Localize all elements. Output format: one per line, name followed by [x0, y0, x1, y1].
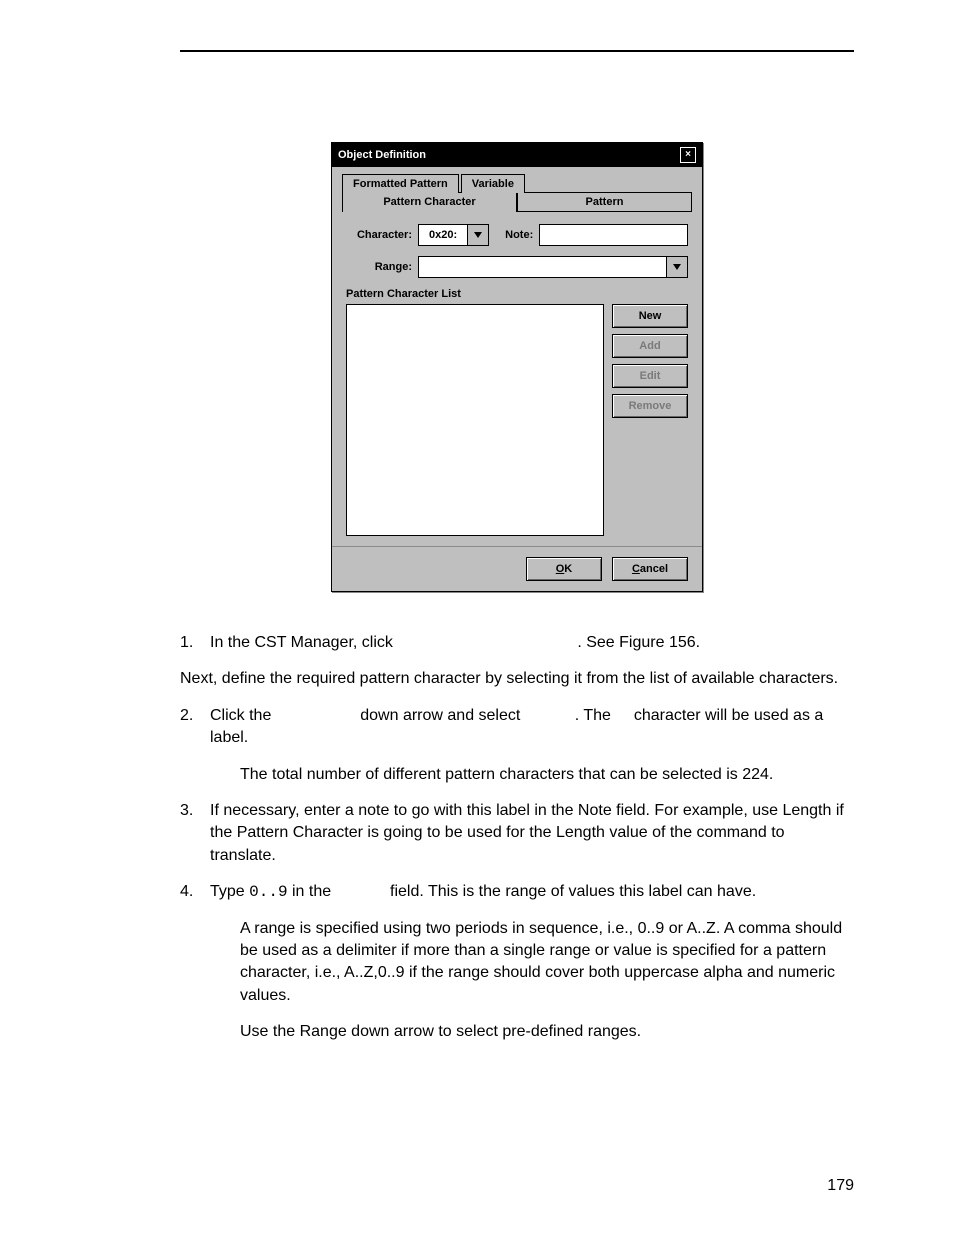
- step-number: 2.: [180, 705, 210, 750]
- note-paragraph: Use the Range down arrow to select pre-d…: [240, 1021, 854, 1043]
- note-paragraph: A range is specified using two periods i…: [240, 918, 854, 1008]
- character-dropdown[interactable]: 0x20:: [418, 224, 489, 246]
- edit-button[interactable]: Edit: [612, 364, 688, 388]
- paragraph: Next, define the required pattern charac…: [180, 668, 854, 690]
- tab-variable[interactable]: Variable: [461, 174, 525, 193]
- new-button[interactable]: New: [612, 304, 688, 328]
- horizontal-rule: [180, 50, 854, 52]
- cancel-button[interactable]: Cancel: [612, 557, 688, 581]
- list-item: 3. If necessary, enter a note to go with…: [180, 800, 854, 867]
- object-definition-dialog: Object Definition × Formatted Pattern Va…: [331, 142, 703, 592]
- list-item: 1. In the CST Manager, click . See Figur…: [180, 632, 854, 654]
- subtab-pattern[interactable]: Pattern: [517, 193, 692, 212]
- secondary-tabs: Pattern Character Pattern: [342, 192, 692, 212]
- subtab-pattern-character[interactable]: Pattern Character: [342, 193, 517, 212]
- character-label: Character:: [346, 229, 412, 241]
- range-field[interactable]: [418, 256, 688, 278]
- primary-tabs: Formatted Pattern Variable: [332, 167, 702, 192]
- list-item: 4. Type 0..9 in the field. This is the r…: [180, 881, 854, 903]
- note-input[interactable]: [539, 224, 688, 246]
- dialog-titlebar: Object Definition ×: [332, 143, 702, 167]
- remove-button[interactable]: Remove: [612, 394, 688, 418]
- pattern-character-list[interactable]: [346, 304, 604, 536]
- pattern-character-list-label: Pattern Character List: [346, 288, 688, 300]
- tab-formatted-pattern[interactable]: Formatted Pattern: [342, 174, 459, 193]
- chevron-down-icon[interactable]: [467, 225, 488, 245]
- page-number: 179: [827, 1177, 854, 1195]
- note-label: Note:: [505, 229, 533, 241]
- code-literal: 0..9: [249, 883, 287, 901]
- close-icon[interactable]: ×: [680, 147, 696, 163]
- ok-button[interactable]: OK: [526, 557, 602, 581]
- dialog-title: Object Definition: [338, 149, 426, 161]
- range-input[interactable]: [419, 257, 666, 277]
- document-body: 1. In the CST Manager, click . See Figur…: [180, 632, 854, 1043]
- list-item: 2. Click the down arrow and select . The…: [180, 705, 854, 750]
- note-paragraph: The total number of different pattern ch…: [240, 764, 854, 786]
- add-button[interactable]: Add: [612, 334, 688, 358]
- step-number: 3.: [180, 800, 210, 867]
- chevron-down-icon[interactable]: [666, 256, 688, 278]
- character-value: 0x20:: [419, 229, 467, 241]
- step-number: 4.: [180, 881, 210, 903]
- range-label: Range:: [346, 261, 412, 273]
- step-number: 1.: [180, 632, 210, 654]
